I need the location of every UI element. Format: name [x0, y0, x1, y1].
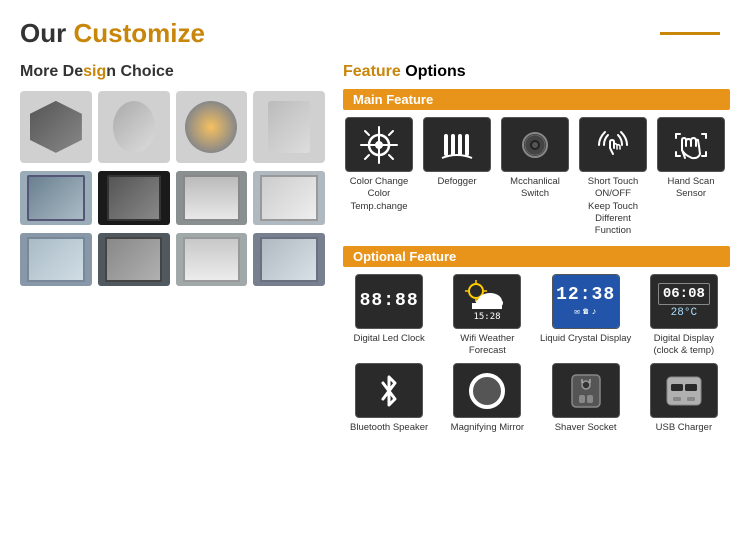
- shaver-label: Shaver Socket: [555, 422, 617, 434]
- mirror-thumb-8: [253, 233, 325, 287]
- defogger-label: Defogger: [437, 176, 476, 188]
- mirror-thumb-3: [176, 171, 248, 225]
- main-feature-icons: Color ChangeColor Temp.change: [343, 117, 730, 238]
- title-sign: sig: [83, 63, 106, 80]
- shaver-icon-box: [552, 363, 620, 418]
- defogger-icon-box: [423, 117, 491, 172]
- color-change-label: Color ChangeColor Temp.change: [343, 176, 415, 213]
- feature-digital-led-clock: 88:88 Digital Led Clock: [343, 274, 435, 358]
- bluetooth-icon: [371, 371, 407, 411]
- mirror-circle: [176, 91, 248, 163]
- magnifying-label: Magnifying Mirror: [451, 422, 524, 434]
- shape-row: [20, 91, 325, 163]
- usb-icon-box: [650, 363, 718, 418]
- title-options: Options: [401, 63, 466, 80]
- feature-wifi-weather: 15:28 Wifi Weather Forecast: [441, 274, 533, 358]
- bluetooth-label: Bluetooth Speaker: [350, 422, 428, 434]
- digital-clock-label: Digital Led Clock: [353, 333, 424, 345]
- shaver-icon: [564, 369, 608, 413]
- hand-scan-icon: [672, 126, 710, 164]
- page-title: Our Customize: [20, 18, 205, 49]
- weather-icon: 15:28: [458, 275, 516, 323]
- mirror-thumb-6: [98, 233, 170, 287]
- title-customize: Customize: [73, 18, 204, 48]
- optional-feature-label: Optional Feature: [343, 246, 730, 267]
- defogger-icon: [438, 126, 476, 164]
- title-choice: n Choice: [106, 63, 174, 80]
- feature-lcd: 12:38 ✉☎♪ Liquid Crystal Display: [540, 274, 632, 358]
- page: Our Customize More Design Choice: [0, 0, 750, 536]
- digital-display-label: Digital Display(clock & temp): [654, 333, 715, 358]
- digital-display-icon-box: 06:08 28°C: [650, 274, 718, 329]
- main-feature-section: Main Feature: [343, 89, 730, 238]
- weather-icon-box: 15:28: [453, 274, 521, 329]
- mirror-thumb-4: [253, 171, 325, 225]
- mechanical-switch-label: McchanlicalSwitch: [510, 176, 560, 201]
- oval-shape: [113, 101, 155, 153]
- lcd-icons: ✉☎♪: [575, 307, 597, 317]
- optional-feature-section: Optional Feature 88:88 Digital Led Clock: [343, 246, 730, 435]
- feature-magnifying: Magnifying Mirror: [441, 363, 533, 434]
- mirror-oval: [98, 91, 170, 163]
- hex-shape: [30, 101, 82, 153]
- rect-mirrors-row1: [20, 171, 325, 225]
- right-column: Feature Options Main Feature: [343, 63, 730, 443]
- touch-switch-label: Short Touch ON/OFFKeep Touch DifferentFu…: [577, 176, 649, 238]
- digital-clock-display: 88:88: [360, 291, 419, 311]
- feature-mechanical-switch: McchanlicalSwitch: [499, 117, 571, 238]
- color-change-icon: [360, 126, 398, 164]
- rect-mirrors-row2: [20, 233, 325, 287]
- weather-label: Wifi Weather Forecast: [441, 333, 533, 358]
- feature-defogger: Defogger: [421, 117, 493, 238]
- magnifying-mirror: [469, 373, 505, 409]
- header: Our Customize: [20, 18, 730, 49]
- mechanical-switch-icon-box: [501, 117, 569, 172]
- header-divider: [660, 32, 720, 35]
- feature-usb: USB Charger: [638, 363, 730, 434]
- lcd-label: Liquid Crystal Display: [540, 333, 631, 345]
- feature-bluetooth: Bluetooth Speaker: [343, 363, 435, 434]
- color-change-icon-box: [345, 117, 413, 172]
- title-feature: Feature: [343, 63, 401, 80]
- digital-display-content: 06:08 28°C: [658, 283, 710, 319]
- main-feature-label: Main Feature: [343, 89, 730, 110]
- usb-label: USB Charger: [656, 422, 713, 434]
- mirror-thumb-2: [98, 171, 170, 225]
- left-column: More Design Choice: [20, 63, 325, 443]
- usb-icon: [659, 369, 709, 413]
- hand-scan-icon-box: [657, 117, 725, 172]
- feature-color-change: Color ChangeColor Temp.change: [343, 117, 415, 238]
- feature-section-title: Feature Options: [343, 63, 730, 81]
- magnifying-icon-box: [453, 363, 521, 418]
- mirror-thumb-7: [176, 233, 248, 287]
- touch-switch-icon: [594, 126, 632, 164]
- rect-shape: [268, 101, 310, 153]
- main-content: More Design Choice: [20, 63, 730, 443]
- circle-shape: [185, 101, 237, 153]
- mirror-rectangle: [253, 91, 325, 163]
- design-section-title: More Design Choice: [20, 63, 325, 81]
- touch-switch-icon-box: [579, 117, 647, 172]
- feature-digital-display: 06:08 28°C Digital Display(clock & temp): [638, 274, 730, 358]
- digital-temp: 28°C: [658, 307, 710, 319]
- svg-text:15:28: 15:28: [474, 312, 501, 322]
- title-our: Our: [20, 18, 73, 48]
- lcd-time: 12:38: [556, 285, 615, 305]
- mirror-hexagon: [20, 91, 92, 163]
- digital-clock-icon-box: 88:88: [355, 274, 423, 329]
- mirror-thumb-5: [20, 233, 92, 287]
- title-more: More De: [20, 63, 83, 80]
- mechanical-switch-icon: [516, 126, 554, 164]
- lcd-icon-box: 12:38 ✉☎♪: [552, 274, 620, 329]
- feature-hand-scan: Hand Scan Sensor: [655, 117, 727, 238]
- lcd-display: 12:38 ✉☎♪: [553, 275, 619, 328]
- digital-time: 06:08: [658, 283, 710, 305]
- feature-touch-switch: Short Touch ON/OFFKeep Touch DifferentFu…: [577, 117, 649, 238]
- feature-shaver: Shaver Socket: [540, 363, 632, 434]
- weather-display: 15:28: [458, 275, 516, 327]
- bluetooth-icon-box: [355, 363, 423, 418]
- hand-scan-label: Hand Scan Sensor: [655, 176, 727, 201]
- mirror-thumb-1: [20, 171, 92, 225]
- optional-feature-icons: 88:88 Digital Led Clock: [343, 274, 730, 435]
